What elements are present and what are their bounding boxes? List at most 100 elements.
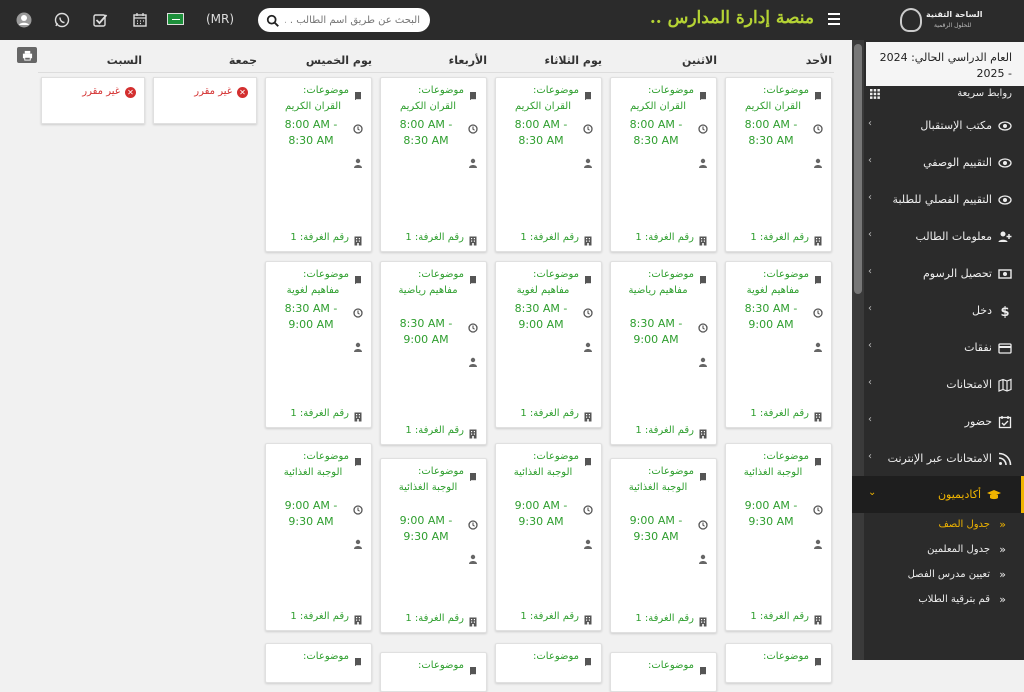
timetable-card[interactable]: موضوعات: الوجبة الغذائية 9:00 AM - 9:30 AM… <box>725 443 832 631</box>
calendar-icon[interactable] <box>130 10 150 30</box>
room-icon <box>468 231 478 246</box>
time-range: 9:00 AM - 9:30 AM <box>514 499 568 528</box>
day-header-5: يوم الخميس <box>305 54 372 67</box>
timetable-card[interactable]: موضوعات: الوجبة الغذائية 9:00 AM - 9:30 AM… <box>495 443 602 631</box>
sidebar-subitem-4[interactable]: » قم بترقية الطلاب <box>866 588 1024 612</box>
day-header-6: جمعة <box>228 54 257 67</box>
avatar-icon[interactable] <box>14 10 34 30</box>
sidebar-item-label: الامتحانات عبر الإنترنت <box>887 452 992 465</box>
room-number: رقم الغرفة: 1 <box>520 611 579 622</box>
sidebar-scrollbar-thumb[interactable] <box>854 44 862 294</box>
time-range: 9:00 AM - 9:30 AM <box>744 499 798 528</box>
clock-icon <box>468 318 478 333</box>
timetable-card[interactable]: موضوعات: مفاهيم لغوية 8:30 AM - 9:00 AM رقم… <box>725 261 832 428</box>
room-number: رقم الغرفة: 1 <box>290 408 349 419</box>
logo-subtitle: للحلول الرقمية <box>934 22 972 29</box>
timetable-card[interactable]: موضوعات: <box>380 652 487 692</box>
check-square-icon[interactable] <box>90 10 110 30</box>
search-box <box>258 8 430 32</box>
clock-icon <box>583 303 593 318</box>
timetable-card[interactable]: موضوعات: <box>495 643 602 683</box>
timetable-card[interactable]: موضوعات: الوجبة الغذائية 9:00 AM - 9:30 AM… <box>610 458 717 633</box>
search-input[interactable] <box>285 11 420 29</box>
sidebar-subitem-3[interactable]: » تعيين مدرس الفصل <box>866 563 1024 587</box>
subject-name: الوجبة الغذائية <box>398 482 458 493</box>
time-range: 8:00 AM - 8:30 AM <box>744 118 798 147</box>
timetable-card[interactable]: موضوعات: القران الكريم 8:00 AM - 8:30 AM رق… <box>610 77 717 252</box>
clock-icon <box>583 119 593 134</box>
room-icon <box>583 610 593 625</box>
teacher-icon <box>353 534 363 549</box>
room-number: رقم الغرفة: 1 <box>405 232 464 243</box>
timetable-card[interactable]: موضوعات: مفاهيم رياضية 8:30 AM - 9:00 AM رق… <box>380 261 487 445</box>
timetable-card[interactable]: موضوعات: القران الكريم 8:00 AM - 8:30 AM رق… <box>380 77 487 252</box>
sidebar-item-11[interactable]: ⌄ أكاديميون <box>852 476 1024 513</box>
timetable-card[interactable]: موضوعات: القران الكريم 8:00 AM - 8:30 AM رق… <box>495 77 602 252</box>
sidebar-item-2[interactable]: ‹ التقييم الوصفي <box>866 144 1024 181</box>
subject-label: موضوعات: <box>303 269 349 280</box>
room-number: رقم الغرفة: 1 <box>290 611 349 622</box>
clock-icon <box>698 119 708 134</box>
sidebar-item-label: حضور <box>964 415 992 428</box>
grid-icon[interactable] <box>870 89 880 99</box>
sidebar-item-4[interactable]: ‹ معلومات الطالب <box>866 218 1024 255</box>
room-number: رقم الغرفة: 1 <box>520 232 579 243</box>
timetable-card[interactable]: موضوعات: مفاهيم رياضية 8:30 AM - 9:00 AM رق… <box>610 261 717 445</box>
not-scheduled-label: غير مقرر <box>194 86 232 97</box>
timetable-card[interactable]: موضوعات: <box>610 652 717 692</box>
book-icon <box>813 652 823 666</box>
sidebar-item-10[interactable]: ‹ الامتحانات عبر الإنترنت <box>866 440 1024 477</box>
timetable-card[interactable]: موضوعات: القران الكريم 8:00 AM - 8:30 AM رق… <box>265 77 372 252</box>
clock-icon <box>353 119 363 134</box>
quick-links[interactable]: روابط سريعة <box>866 86 1024 104</box>
clock-icon <box>468 119 478 134</box>
subject-name: الوجبة الغذائية <box>513 467 573 478</box>
timetable-card[interactable]: موضوعات: مفاهيم لغوية 8:30 AM - 9:00 AM رقم… <box>265 261 372 428</box>
sidebar-subitem-2[interactable]: » جدول المعلمين <box>866 538 1024 562</box>
room-number: رقم الغرفة: 1 <box>405 613 464 624</box>
clock-icon <box>353 500 363 515</box>
sidebar-item-8[interactable]: ‹ الامتحانات <box>866 366 1024 403</box>
subject-label: موضوعات: <box>648 466 694 477</box>
sidebar-item-3[interactable]: ‹ التقييم الفصلي للطلبة <box>866 181 1024 218</box>
subject-label: موضوعات: <box>418 660 464 671</box>
book-icon <box>583 652 593 666</box>
timetable-card[interactable]: موضوعات: القران الكريم 8:00 AM - 8:30 AM رق… <box>725 77 832 252</box>
subject-name: القران الكريم <box>744 101 801 112</box>
menu-toggle-icon[interactable] <box>828 13 840 25</box>
whatsapp-icon[interactable] <box>52 10 72 30</box>
subject-label: موضوعات: <box>648 660 694 671</box>
subject-label: موضوعات: <box>418 269 464 280</box>
sidebar-item-7[interactable]: ‹ نفقات <box>866 329 1024 366</box>
logo-seal-icon <box>900 8 922 32</box>
day-header-3: يوم الثلاثاء <box>544 54 602 67</box>
teacher-icon <box>353 153 363 168</box>
sidebar-item-9[interactable]: ‹ حضور <box>866 403 1024 440</box>
sidebar-subitem-1[interactable]: » جدول الصف <box>866 513 1024 537</box>
chevron-left-icon: ‹ <box>868 155 872 166</box>
timetable-card[interactable]: موضوعات: <box>265 643 372 683</box>
sidebar-item-1[interactable]: ‹ مكتب الإستقبال <box>866 107 1024 144</box>
time-range: 8:00 AM - 8:30 AM <box>514 118 568 147</box>
not-scheduled-label: غير مقرر <box>82 86 120 97</box>
clock-icon <box>813 500 823 515</box>
search-icon[interactable] <box>266 13 280 27</box>
subject-label: موضوعات: <box>648 85 694 96</box>
sidebar-item-6[interactable]: ‹ دخل $ <box>866 292 1024 329</box>
book-icon <box>353 86 363 100</box>
timetable-card[interactable]: موضوعات: الوجبة الغذائية 9:00 AM - 9:30 AM… <box>265 443 372 631</box>
map-icon <box>998 378 1012 392</box>
timetable-card[interactable]: موضوعات: <box>725 643 832 683</box>
book-icon <box>468 86 478 100</box>
room-number: رقم الغرفة: 1 <box>750 232 809 243</box>
timetable-card[interactable]: موضوعات: مفاهيم لغوية 8:30 AM - 9:00 AM رقم… <box>495 261 602 428</box>
time-range: 8:30 AM - 9:00 AM <box>399 317 453 346</box>
saudi-flag-icon[interactable] <box>167 13 184 25</box>
book-icon <box>583 452 593 466</box>
language-label[interactable]: (MR) <box>206 12 234 26</box>
sidebar-subitem-label: تعيين مدرس الفصل <box>907 569 990 580</box>
sidebar-item-5[interactable]: ‹ تحصيل الرسوم <box>866 255 1024 292</box>
room-icon <box>813 407 823 422</box>
timetable-card[interactable]: موضوعات: الوجبة الغذائية 9:00 AM - 9:30 AM… <box>380 458 487 633</box>
teacher-icon <box>813 153 823 168</box>
